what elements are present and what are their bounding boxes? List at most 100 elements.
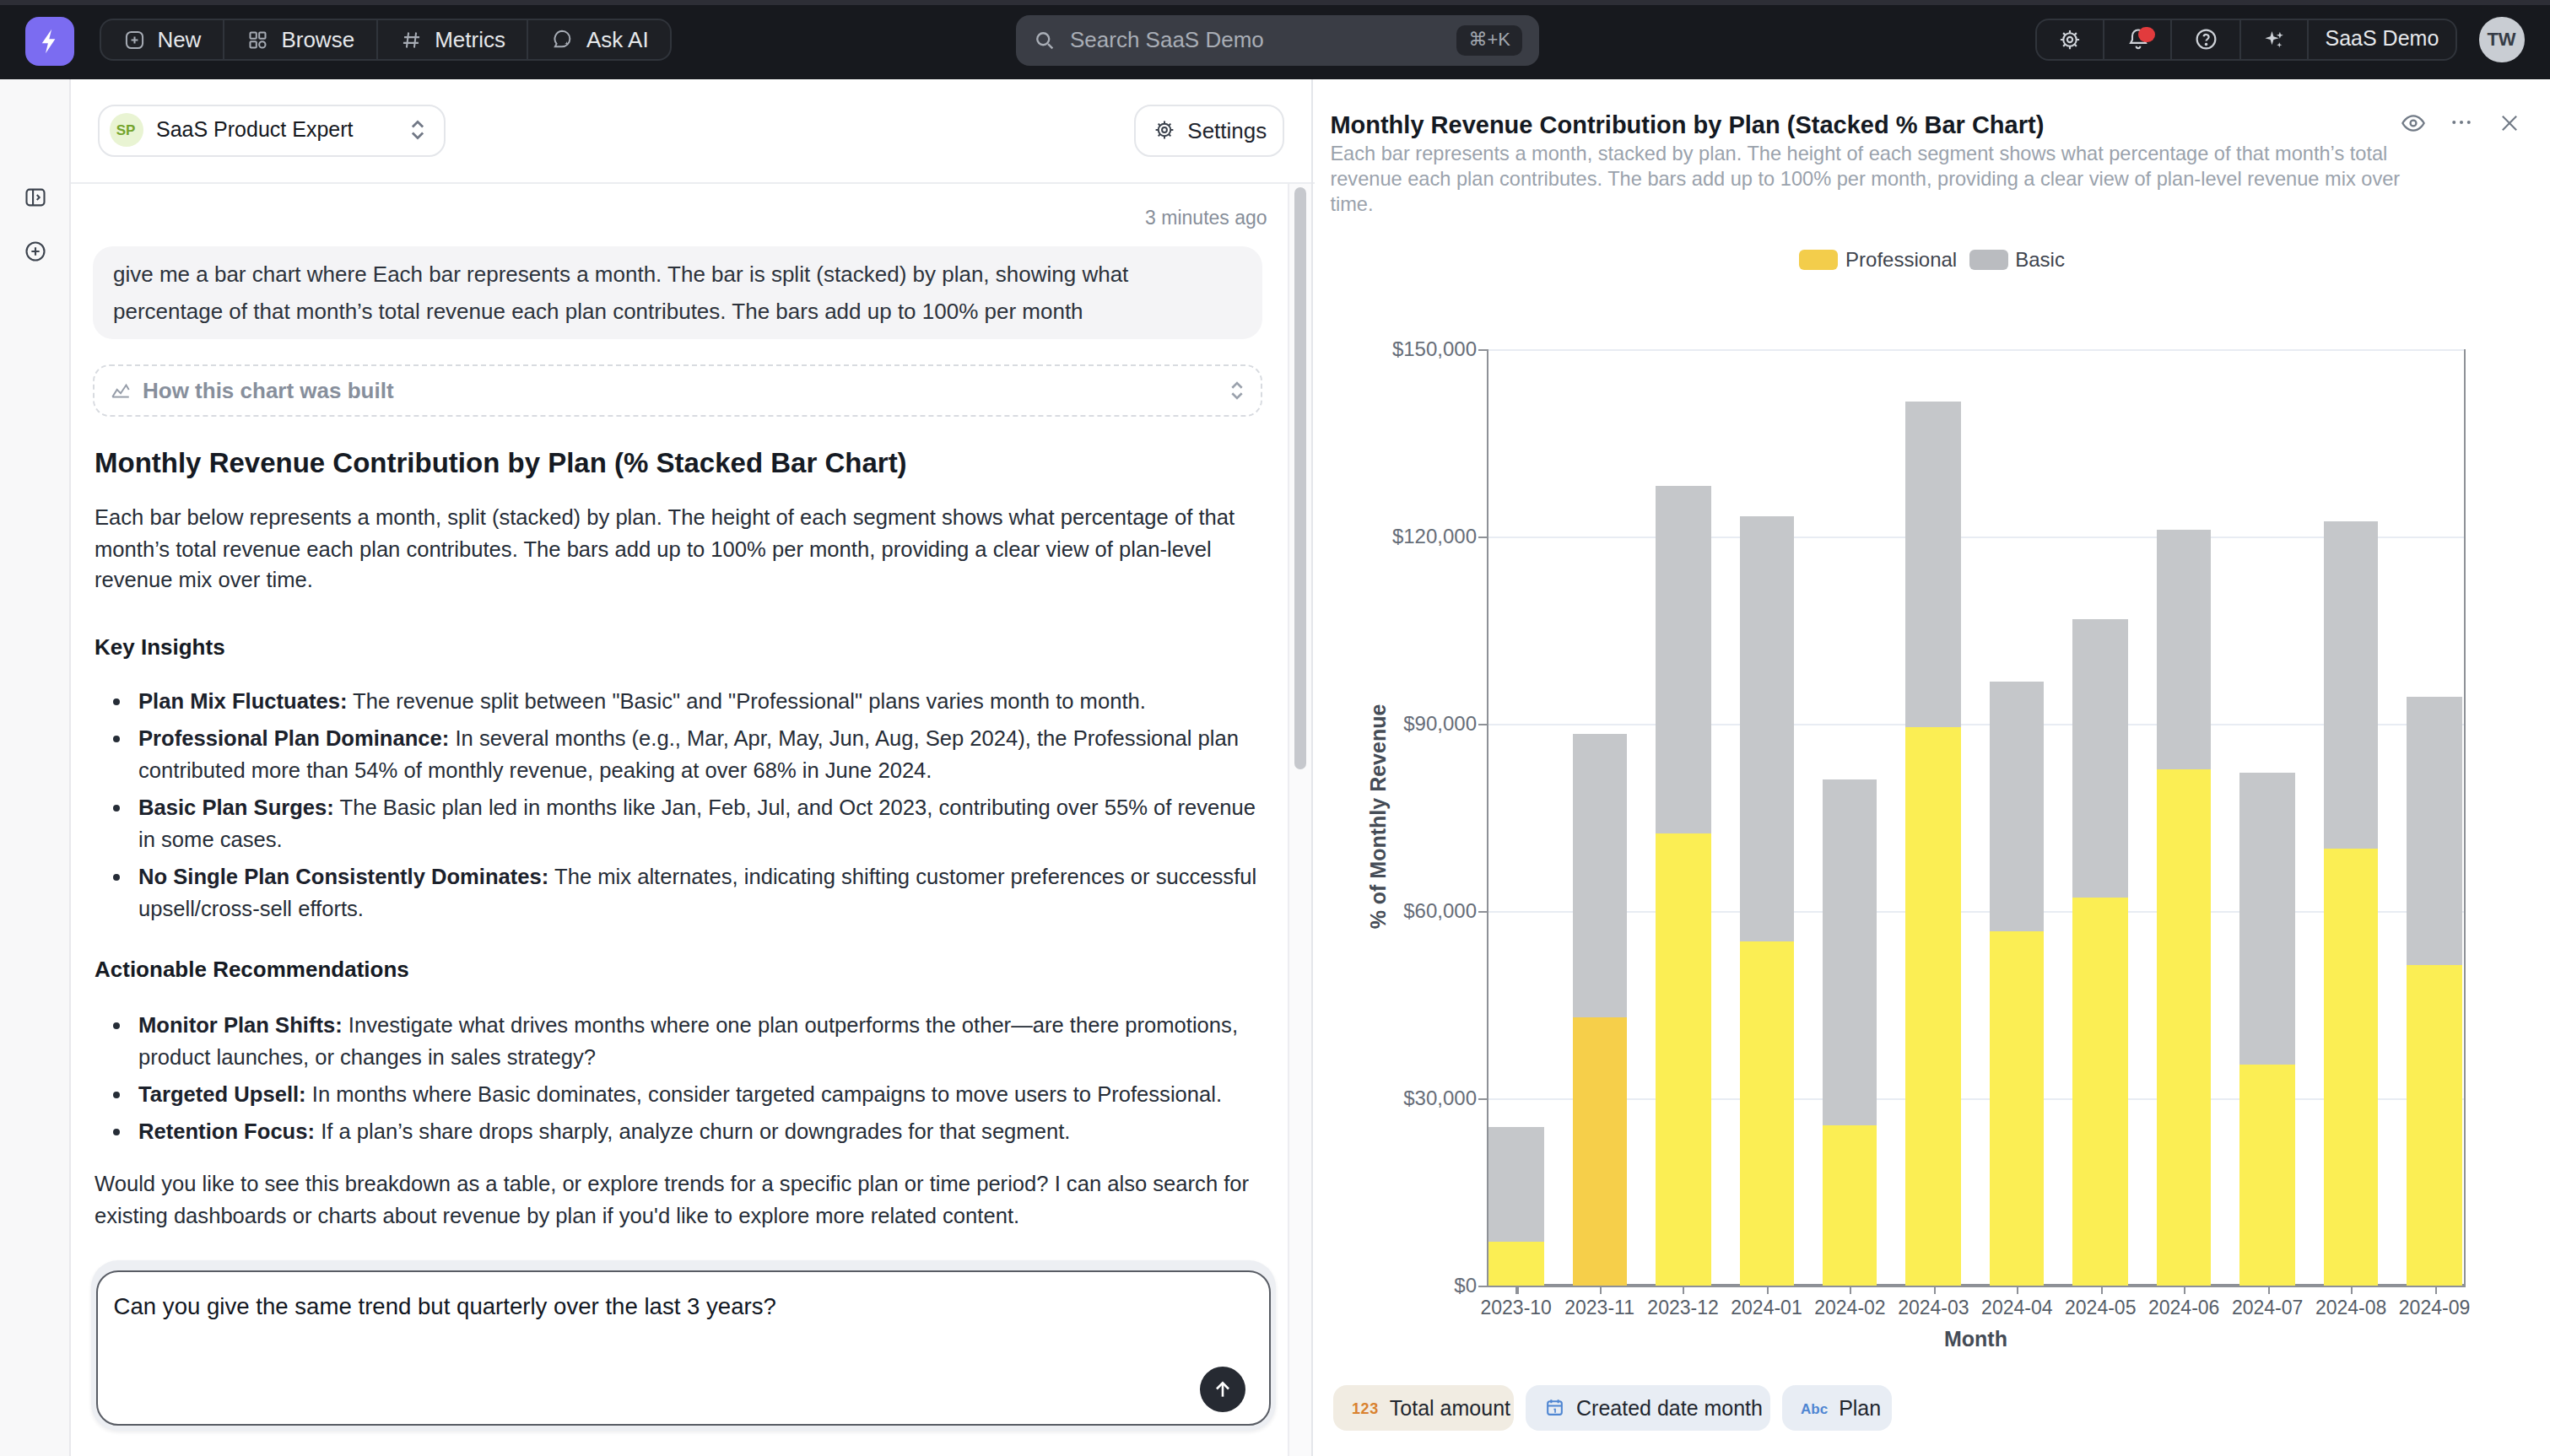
x-tick — [1767, 1286, 1769, 1293]
app-logo[interactable] — [25, 16, 74, 65]
ai-assistant-button[interactable] — [2240, 19, 2308, 59]
scrollbar-thumb[interactable] — [1294, 187, 1306, 769]
message-timestamp: 3 minutes ago — [759, 207, 1267, 227]
field-tag-created-date-month[interactable]: Created date month — [1526, 1385, 1769, 1432]
chart-built-expander[interactable]: How this chart was built — [92, 364, 1262, 418]
new-thread-button[interactable] — [24, 240, 47, 263]
notifications-button[interactable] — [2104, 19, 2172, 59]
org-settings-button[interactable] — [2037, 19, 2104, 59]
bar-2023-12-basic[interactable] — [1656, 486, 1710, 833]
x-tick — [2434, 1286, 2436, 1293]
more-options-icon[interactable] — [2447, 108, 2476, 137]
bar-chart-plot — [1488, 348, 2465, 1285]
message-composer: Can you give the same trend but quarterl… — [91, 1260, 1276, 1432]
user-message: give me a bar chart where Each bar repre… — [92, 247, 1262, 339]
workspace-switcher[interactable]: SaaS Demo — [2309, 19, 2456, 59]
message-input[interactable]: Can you give the same trend but quarterl… — [96, 1270, 1272, 1426]
toggle-panel-button[interactable] — [24, 185, 47, 208]
help-button[interactable] — [2173, 19, 2240, 59]
x-tick — [2100, 1286, 2102, 1293]
bar-2024-01-professional[interactable] — [1739, 942, 1794, 1285]
field-tag-total-amount[interactable]: 123Total amount — [1333, 1385, 1513, 1432]
bullet-item: Basic Plan Surges: The Basic plan led in… — [138, 793, 1266, 856]
gear-icon — [2057, 27, 2083, 52]
answer-intro: Each bar below represents a month, split… — [95, 503, 1266, 597]
x-tick — [1683, 1286, 1685, 1293]
gridline — [1488, 536, 2465, 537]
message-input-value: Can you give the same trend but quarterl… — [114, 1290, 1202, 1322]
bar-2024-04-basic[interactable] — [1990, 682, 2045, 931]
bar-2024-04-professional[interactable] — [1990, 931, 2045, 1285]
help-icon — [2193, 27, 2218, 51]
bar-2024-08-basic[interactable] — [2324, 520, 2379, 849]
search-icon — [1033, 29, 1056, 52]
bar-2024-09-basic[interactable] — [2407, 696, 2462, 965]
global-search[interactable]: Search SaaS Demo ⌘+K — [1016, 15, 1539, 65]
nav-browse[interactable]: Browse — [224, 19, 378, 59]
bar-2024-03-professional[interactable] — [1906, 726, 1961, 1285]
bar-2024-02-basic[interactable] — [1823, 779, 1877, 1125]
gridline — [1488, 1097, 2465, 1099]
chart-title: Monthly Revenue Contribution by Plan (St… — [1330, 111, 2044, 138]
legend-item-professional[interactable]: Professional — [1799, 248, 1957, 272]
x-tick — [1933, 1286, 1935, 1293]
send-button[interactable] — [1200, 1367, 1245, 1412]
y-tick-label: $30,000 — [1359, 1087, 1477, 1110]
select-chevrons-icon — [408, 119, 427, 143]
agent-avatar: SP — [109, 114, 143, 148]
answer-title: Monthly Revenue Contribution by Plan (% … — [95, 447, 1266, 479]
agent-select[interactable]: SP SaaS Product Expert — [98, 104, 446, 157]
bar-2024-02-professional[interactable] — [1823, 1125, 1877, 1285]
bar-2024-05-basic[interactable] — [2073, 620, 2128, 898]
bar-2024-06-basic[interactable] — [2157, 530, 2212, 768]
plus-square-icon — [122, 28, 145, 51]
scrollbar[interactable] — [1288, 183, 1312, 1456]
bar-2023-10-basic[interactable] — [1488, 1126, 1543, 1243]
nav-new[interactable]: New — [100, 19, 224, 59]
search-shortcut: ⌘+K — [1456, 25, 1522, 56]
close-icon[interactable] — [2495, 108, 2524, 137]
x-tick — [1516, 1286, 1518, 1293]
bar-2024-05-professional[interactable] — [2073, 897, 2128, 1285]
y-tick — [1478, 910, 1487, 912]
x-tick-label: 2024-09 — [2380, 1297, 2488, 1317]
grid-icon — [246, 28, 269, 51]
x-tick — [2184, 1286, 2185, 1293]
field-tag-plan[interactable]: AbcPlan — [1782, 1385, 1892, 1432]
bar-2023-10-professional[interactable] — [1488, 1243, 1543, 1285]
bar-2023-11-professional[interactable] — [1572, 1017, 1627, 1285]
settings-button[interactable]: Settings — [1134, 104, 1285, 157]
bar-2024-09-professional[interactable] — [2407, 965, 2462, 1285]
user-avatar[interactable]: TW — [2479, 17, 2524, 62]
chart-legend: Professional Basic — [1314, 248, 2550, 272]
nav-metrics[interactable]: Metrics — [378, 19, 529, 59]
bar-2023-11-basic[interactable] — [1572, 734, 1627, 1018]
numeric-123-icon: 123 — [1352, 1399, 1379, 1416]
chat-sparkle-icon — [551, 28, 575, 51]
bar-2024-06-professional[interactable] — [2157, 768, 2212, 1285]
bar-2024-07-basic[interactable] — [2240, 773, 2295, 1065]
eye-icon[interactable] — [2399, 108, 2428, 137]
legend-swatch — [1969, 250, 2007, 269]
legend-item-basic[interactable]: Basic — [1969, 248, 2065, 272]
bar-2023-12-professional[interactable] — [1656, 833, 1710, 1285]
bar-2024-03-basic[interactable] — [1906, 402, 1961, 727]
left-icon-strip — [0, 78, 71, 1456]
bar-2024-01-basic[interactable] — [1739, 517, 1794, 942]
y-tick-label: $150,000 — [1359, 337, 1477, 361]
nav-ask-ai[interactable]: Ask AI — [529, 19, 671, 59]
navbar-actions: SaaS Demo — [2035, 18, 2457, 61]
lightning-bolt-icon — [35, 26, 64, 55]
answer-outro: Would you like to see this breakdown as … — [95, 1170, 1266, 1233]
abc-icon: Abc — [1801, 1399, 1828, 1416]
gear-icon — [1152, 119, 1175, 143]
y-tick — [1478, 1285, 1487, 1286]
bullet-item: Plan Mix Fluctuates: The revenue split b… — [138, 687, 1266, 718]
y-tick-label: $0 — [1359, 1274, 1477, 1297]
bar-2024-07-professional[interactable] — [2240, 1065, 2295, 1285]
x-tick — [2351, 1286, 2353, 1293]
bar-2024-08-professional[interactable] — [2324, 849, 2379, 1285]
x-tick — [2017, 1286, 2018, 1293]
chart-icon — [109, 380, 131, 402]
gridline — [1488, 910, 2465, 912]
